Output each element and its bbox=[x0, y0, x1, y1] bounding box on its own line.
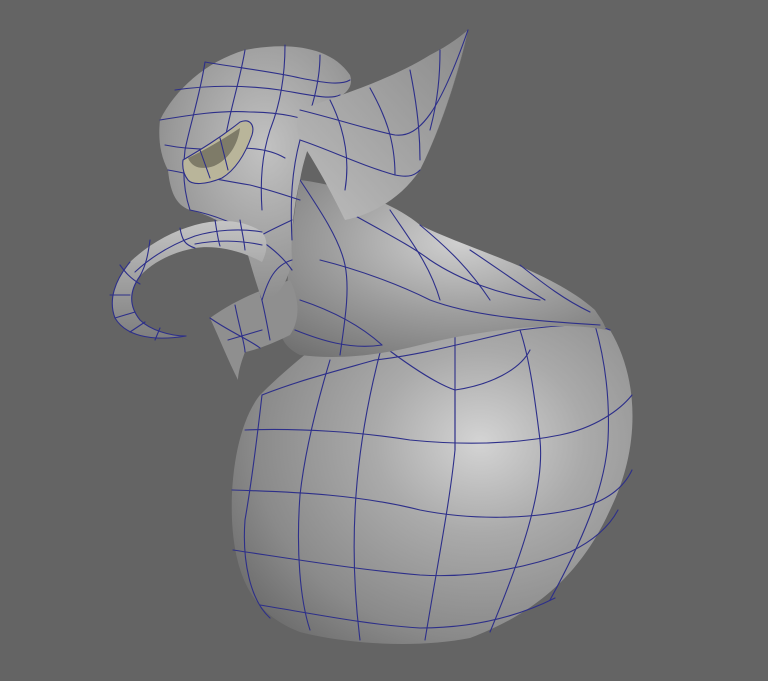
mesh-render bbox=[109, 29, 633, 644]
collar-mesh[interactable] bbox=[209, 280, 298, 380]
3d-viewport[interactable] bbox=[0, 0, 768, 681]
